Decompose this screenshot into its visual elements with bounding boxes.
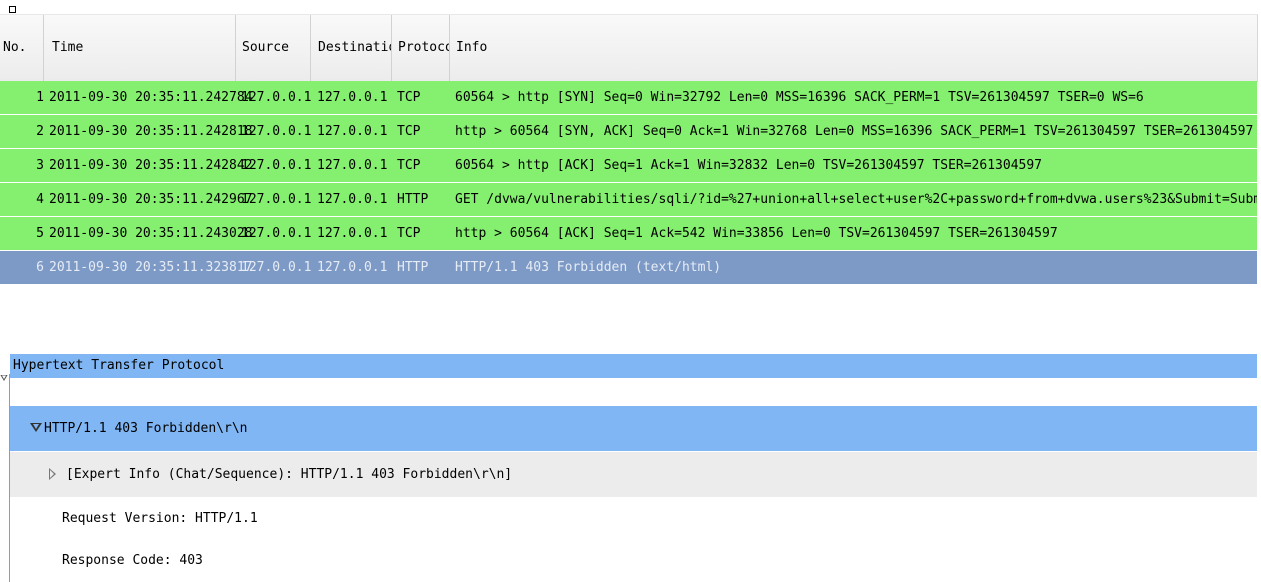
packet-info: 60564 > http [ACK] Seq=1 Ack=1 Win=32832… (455, 158, 1042, 173)
packet-row[interactable]: 2 2011-09-30 20:35:11.242818 127.0.0.1 1… (0, 115, 1257, 149)
column-header-no[interactable]: No. (0, 15, 44, 81)
tree-item-expert-info[interactable]: [Expert Info (Chat/Sequence): HTTP/1.1 4… (10, 452, 1257, 497)
packet-destination: 127.0.0.1 (317, 90, 388, 105)
packet-time: 2011-09-30 20:35:11.323817 (49, 260, 253, 275)
packet-source: 127.0.0.1 (241, 192, 312, 207)
packet-destination: 127.0.0.1 (317, 158, 388, 173)
packet-info: 60564 > http [SYN] Seq=0 Win=32792 Len=0… (455, 90, 1144, 105)
packet-row[interactable]: 3 2011-09-30 20:35:11.242842 127.0.0.1 1… (0, 149, 1257, 183)
packet-no: 4 (36, 192, 44, 207)
tree-item-response-code[interactable]: Response Code: 403 (10, 540, 1257, 582)
packet-destination: 127.0.0.1 (317, 226, 388, 241)
expand-arrow-icon[interactable] (49, 468, 56, 480)
packet-row[interactable]: 1 2011-09-30 20:35:11.242784 127.0.0.1 1… (0, 81, 1257, 115)
packet-destination: 127.0.0.1 (317, 124, 388, 139)
packet-row[interactable]: 5 2011-09-30 20:35:11.243028 127.0.0.1 1… (0, 217, 1257, 251)
http-protocol-label: Hypertext Transfer Protocol (13, 358, 225, 373)
packet-no: 1 (36, 90, 44, 105)
packet-no: 3 (36, 158, 44, 173)
status-line-label: HTTP/1.1 403 Forbidden\r\n (44, 421, 248, 436)
tree-item-http-protocol[interactable]: Hypertext Transfer Protocol (10, 354, 1257, 378)
packet-destination: 127.0.0.1 (317, 260, 388, 275)
packet-protocol: HTTP (397, 192, 429, 207)
collapse-arrow-icon[interactable] (0, 374, 12, 384)
packet-protocol: TCP (397, 90, 421, 105)
packet-list-header: No. Time Source Destination Protocol Inf… (0, 14, 1258, 82)
tree-item-request-version[interactable]: Request Version: HTTP/1.1 (10, 498, 1257, 540)
column-header-destination[interactable]: Destination (311, 15, 392, 81)
packet-no: 5 (36, 226, 44, 241)
packet-no: 6 (36, 260, 44, 275)
packet-destination: 127.0.0.1 (317, 192, 388, 207)
packet-info: http > 60564 [ACK] Seq=1 Ack=542 Win=338… (455, 226, 1058, 241)
window-menu-icon[interactable] (9, 6, 16, 13)
packet-time: 2011-09-30 20:35:11.242842 (49, 158, 253, 173)
packet-protocol: HTTP (397, 260, 429, 275)
request-version-label: Request Version: HTTP/1.1 (62, 511, 258, 526)
packet-time: 2011-09-30 20:35:11.242818 (49, 124, 253, 139)
packet-protocol: TCP (397, 158, 421, 173)
response-code-label: Response Code: 403 (62, 553, 203, 568)
packet-protocol: TCP (397, 124, 421, 139)
packet-source: 127.0.0.1 (241, 124, 312, 139)
packet-time: 2011-09-30 20:35:11.242784 (49, 90, 253, 105)
packet-no: 2 (36, 124, 44, 139)
packet-time: 2011-09-30 20:35:11.243028 (49, 226, 253, 241)
packet-source: 127.0.0.1 (241, 90, 312, 105)
column-header-protocol[interactable]: Protocol (392, 15, 450, 81)
packet-row[interactable]: 4 2011-09-30 20:35:11.242967 127.0.0.1 1… (0, 183, 1257, 217)
packet-source: 127.0.0.1 (241, 260, 312, 275)
top-bar (0, 0, 1261, 14)
packet-info: http > 60564 [SYN, ACK] Seq=0 Ack=1 Win=… (455, 124, 1257, 139)
packet-row-selected[interactable]: 6 2011-09-30 20:35:11.323817 127.0.0.1 1… (0, 251, 1257, 285)
column-header-time[interactable]: Time (44, 15, 236, 81)
packet-source: 127.0.0.1 (241, 226, 312, 241)
column-header-source[interactable]: Source (236, 15, 311, 81)
column-header-info[interactable]: Info (450, 15, 1257, 81)
packet-details-pane: Hypertext Transfer Protocol HTTP/1.1 403… (0, 354, 1261, 582)
packet-source: 127.0.0.1 (241, 158, 312, 173)
tree-item-status-line[interactable]: HTTP/1.1 403 Forbidden\r\n (10, 406, 1257, 451)
packet-protocol: TCP (397, 226, 421, 241)
packet-time: 2011-09-30 20:35:11.242967 (49, 192, 253, 207)
collapse-arrow-icon[interactable] (30, 423, 42, 432)
expert-info-label: [Expert Info (Chat/Sequence): HTTP/1.1 4… (66, 467, 513, 482)
packet-info: HTTP/1.1 403 Forbidden (text/html) (455, 260, 722, 275)
packet-info: GET /dvwa/vulnerabilities/sqli/?id=%27+u… (455, 192, 1257, 207)
